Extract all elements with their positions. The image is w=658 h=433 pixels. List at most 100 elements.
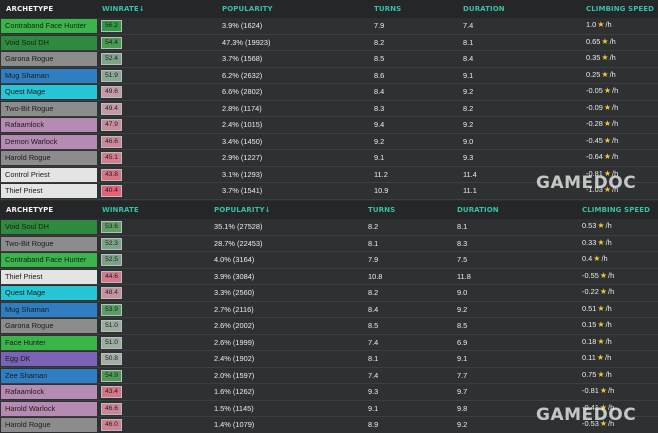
table-row[interactable]: Garona Rogue 52.4 3.7% (1568) 8.5 8.4 0.35★/h (0, 51, 658, 68)
header-climbing-speed[interactable]: CLIMBING SPEED (586, 5, 654, 13)
star-icon: ★ (603, 102, 612, 112)
table-row[interactable]: Zee Shaman 54.9 2.0% (1597) 7.4 7.7 0.75★/h (0, 368, 658, 384)
header-archetype[interactable]: ARCHETYPE (6, 206, 53, 214)
archetype-name[interactable]: Quest Mage (1, 85, 97, 99)
popularity-value: 2.9% (1227) (222, 153, 263, 162)
star-icon: ★ (601, 69, 609, 79)
table-row[interactable]: Quest Mage 49.6 6.6% (2802) 8.4 9.2 -0.05★/h (0, 84, 658, 101)
winrate-value: 51.9 (101, 69, 122, 82)
turns-value: 7.4 (368, 370, 379, 380)
duration-value: 8.3 (457, 238, 468, 248)
star-icon: ★ (597, 336, 605, 346)
duration-value: 8.1 (457, 222, 468, 231)
star-icon: ★ (603, 86, 612, 95)
archetype-name[interactable]: Egg DK (1, 352, 97, 366)
table-row[interactable]: Harold Rogue 45.1 2.9% (1227) 9.1 9.3 -0.64★/… (0, 150, 658, 167)
popularity-value: 6.6% (2802) (222, 87, 263, 96)
archetype-name[interactable]: Thief Priest (1, 184, 97, 198)
table-row[interactable]: Rafaamlock 43.4 1.6% (1262) 9.3 9.7 -0.81★/h (0, 384, 658, 401)
climbing-speed-unit: /h (612, 152, 619, 161)
archetype-name[interactable]: Garona Rogue (1, 319, 97, 333)
header-duration[interactable]: DURATION (463, 5, 505, 13)
header-archetype[interactable]: ARCHETYPE (6, 5, 53, 13)
table-row[interactable]: Contraband Face Hunter 52.5 4.0% (3164) 7.9… (0, 252, 658, 269)
header-winrate[interactable]: WINRATE (102, 206, 139, 214)
winrate-value: 53.9 (101, 303, 122, 316)
table-row[interactable]: Rafaamlock 47.9 2.4% (1015) 9.4 9.2 -0.28★/h (0, 117, 658, 134)
climbing-speed: 0.15★/h (582, 320, 612, 329)
duration-value: 7.4 (463, 21, 474, 30)
archetype-name[interactable]: Quest Mage (1, 286, 97, 300)
climbing-speed: 0.18★/h (582, 337, 612, 346)
archetype-name[interactable]: Control Priest (1, 167, 97, 182)
table-row[interactable]: Face Hunter 51.0 2.6% (1999) 7.4 6.9 0.18★/h (0, 335, 658, 351)
header-winrate[interactable]: WINRATE↓ (102, 5, 145, 13)
climbing-speed: -0.55★/h (582, 271, 614, 280)
archetype-name[interactable]: Harold Rogue (1, 418, 97, 432)
popularity-value: 6.2% (2632) (222, 70, 263, 80)
archetype-name[interactable]: Void Soul DH (1, 35, 97, 50)
popularity-value: 47.3% (19923) (222, 37, 271, 47)
archetype-name[interactable]: Demon Warlock (1, 134, 97, 149)
star-icon: ★ (596, 353, 605, 362)
header-turns[interactable]: TURNS (368, 206, 395, 214)
archetype-name[interactable]: Mug Shaman (1, 302, 97, 317)
turns-value: 9.2 (374, 136, 385, 146)
climbing-speed: 1.0★/h (586, 20, 612, 29)
archetype-name[interactable]: Void Soul DH (1, 220, 97, 234)
climbing-speed: -0.45★/h (586, 136, 618, 145)
table-row[interactable]: Egg DK 50.8 2.4% (1902) 8.1 9.1 0.11★/h (0, 351, 658, 368)
climbing-speed-unit: /h (609, 36, 616, 46)
popularity-value: 3.9% (1624) (222, 21, 263, 30)
table-row[interactable]: Void Soul DH 53.6 35.1% (27528) 8.2 8.1 0.53★… (0, 219, 658, 236)
table-row[interactable]: Void Soul DH 54.4 47.3% (19923) 8.2 8.1 0.65★… (0, 35, 658, 51)
table-row[interactable]: Mug Shaman 53.9 2.7% (2116) 8.4 9.2 0.51★/h (0, 302, 658, 318)
table-row[interactable]: Quest Mage 48.4 3.3% (2560) 8.2 9.0 -0.22★/h (0, 285, 658, 302)
popularity-value: 28.7% (22453) (214, 238, 263, 248)
header-duration[interactable]: DURATION (457, 206, 499, 214)
archetype-name[interactable]: Mug Shaman (1, 68, 97, 83)
winrate-value: 52.5 (101, 254, 122, 266)
duration-value: 9.0 (463, 136, 474, 146)
duration-value: 9.8 (457, 403, 468, 413)
popularity-value: 2.6% (2002) (214, 321, 255, 330)
archetype-name[interactable]: Two-Bit Rogue (1, 101, 97, 116)
popularity-value: 2.8% (1174) (222, 103, 262, 113)
table-row[interactable]: Two-Bit Rogue 49.4 2.8% (1174) 8.3 8.2 -0.09★… (0, 101, 658, 117)
archetype-name[interactable]: Zee Shaman (1, 368, 97, 383)
archetype-name[interactable]: Harold Warlock (1, 401, 97, 416)
header-popularity[interactable]: POPULARITY (222, 5, 273, 13)
archetype-name[interactable]: Rafaamlock (1, 118, 97, 132)
table-row[interactable]: Garona Rogue 51.0 2.6% (2002) 8.5 8.5 0.15★/h (0, 318, 658, 335)
duration-value: 11.8 (457, 271, 471, 281)
turns-value: 11.2 (374, 169, 388, 179)
popularity-value: 3.7% (1541) (222, 186, 263, 195)
table-row[interactable]: Demon Warlock 46.6 3.4% (1450) 9.2 9.0 -0.45★… (0, 134, 658, 150)
header-climbing-speed[interactable]: CLIMBING SPEED (582, 206, 650, 214)
duration-value: 9.2 (457, 420, 468, 429)
archetype-name[interactable]: Contraband Face Hunter (1, 253, 97, 267)
archetype-name[interactable]: Rafaamlock (1, 385, 97, 399)
table-row[interactable]: Mug Shaman 51.9 6.2% (2632) 8.6 9.1 0.25★/h (0, 68, 658, 84)
header-popularity[interactable]: POPULARITY↓ (214, 206, 271, 214)
climbing-speed-value: -0.55 (582, 270, 599, 280)
table-row[interactable]: Two-Bit Rogue 52.3 28.7% (22453) 8.1 8.3 0.33… (0, 236, 658, 252)
turns-value: 10.8 (368, 271, 383, 281)
archetype-name[interactable]: Two-Bit Rogue (1, 236, 97, 251)
archetype-name[interactable]: Garona Rogue (1, 52, 97, 66)
table-row[interactable]: Thief Priest 44.6 3.9% (3084) 10.8 11.8 -0.55… (0, 269, 658, 285)
winrate-value: 53.6 (101, 221, 122, 233)
climbing-speed: -0.05★/h (586, 86, 618, 95)
duration-value: 6.9 (457, 337, 468, 347)
turns-value: 7.9 (368, 255, 379, 264)
star-icon: ★ (601, 36, 609, 46)
archetype-name[interactable]: Contraband Face Hunter (1, 19, 97, 33)
climbing-speed-value: 0.11 (582, 353, 596, 362)
header-turns[interactable]: TURNS (374, 5, 401, 13)
star-icon: ★ (601, 53, 609, 62)
archetype-name[interactable]: Harold Rogue (1, 151, 97, 165)
winrate-value: 50.8 (101, 353, 122, 365)
archetype-name[interactable]: Thief Priest (1, 269, 97, 284)
archetype-name[interactable]: Face Hunter (1, 335, 97, 350)
table-row[interactable]: Contraband Face Hunter 56.2 3.9% (1624) 7.9… (0, 18, 658, 35)
